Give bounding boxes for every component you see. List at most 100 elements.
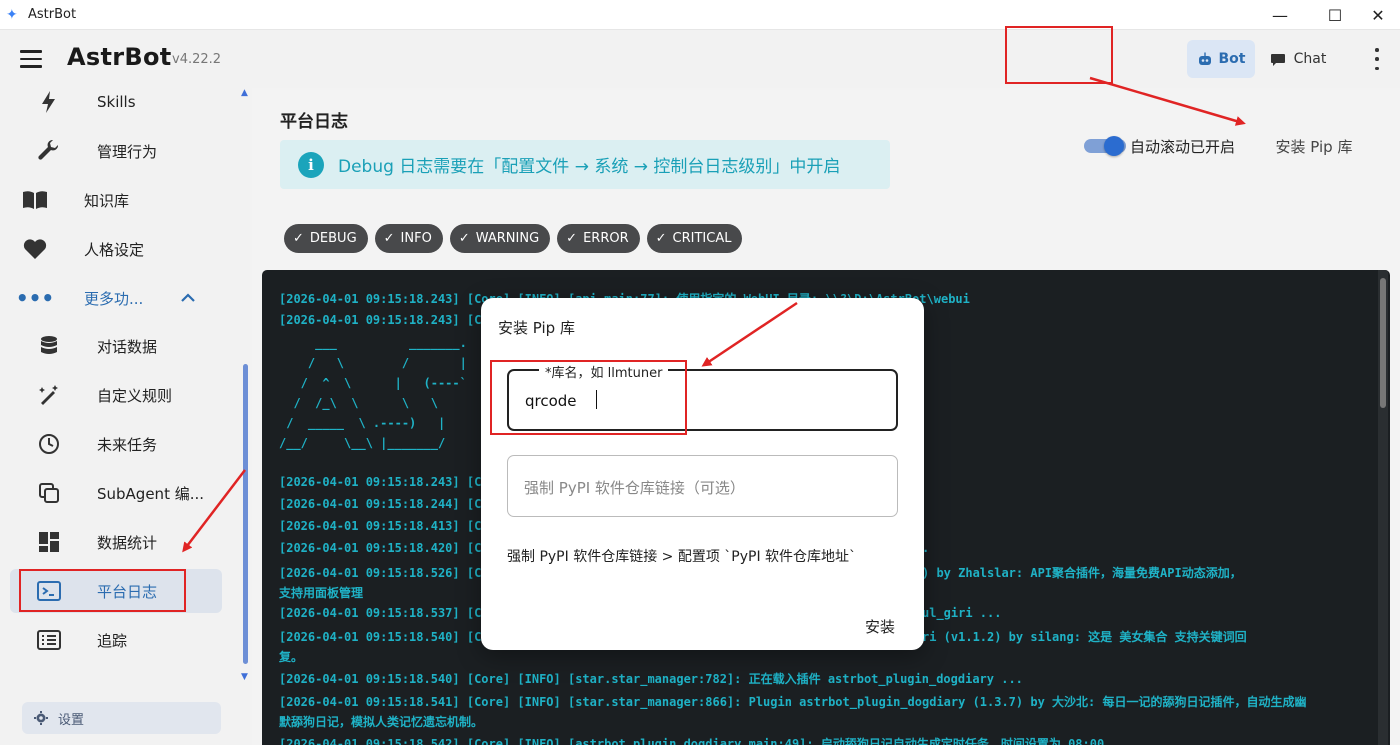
alert-text: Debug 日志需要在「配置文件 → 系统 → 控制台日志级别」中开启 [338,157,841,177]
install-pip-button[interactable]: 安装 Pip 库 [1268,128,1360,164]
sidebar-item-skills[interactable]: Skills [10,80,222,124]
gear-icon [34,711,48,725]
sidebar-item-label: 更多功... [84,289,144,308]
robot-icon [1198,52,1211,65]
log-line: [2026-04-01 09:15:18.541] [Core] [INFO] … [279,695,1307,709]
sidebar-item-label: 自定义规则 [97,386,173,405]
sidebar-item-trace[interactable]: 追踪 [10,618,222,662]
log-line: [2026-04-01 09:15:18.243] [C [279,313,482,327]
close-window-button[interactable]: ✕ [1350,0,1400,30]
filter-chip-critical[interactable]: ✓ CRITICAL [646,224,743,253]
sidebar-item-statistics[interactable]: 数据统计 [10,520,222,564]
check-icon: ✓ [566,231,578,246]
filter-chip-warning[interactable]: ✓ WARNING [449,224,551,253]
log-line: 默舔狗日记，模拟人类记忆遗忘机制。 [279,715,484,729]
annotation-box-package-field [490,360,687,435]
sidebar-item-knowledge-base[interactable]: 知识库 [10,178,222,222]
log-line: / _____ \ .----) | [279,416,446,430]
settings-button[interactable]: 设置 [22,702,221,734]
bot-mode-label: Bot [1218,51,1246,67]
sidebar-item-label: 人格设定 [84,240,145,259]
sidebar-item-conversations[interactable]: 对话数据 [10,324,222,368]
annotation-box-pip-button [1005,26,1113,84]
sidebar-item-manage-behavior[interactable]: 管理行为 [10,129,222,173]
window-title-bar: ✦ AstrBot [0,0,1400,30]
console-scrollbar[interactable] [1378,270,1388,745]
sidebar-item-label: 管理行为 [97,142,158,161]
dialog-title: 安装 Pip 库 [498,319,575,337]
debug-info-alert: i Debug 日志需要在「配置文件 → 系统 → 控制台日志级别」中开启 [280,140,890,189]
log-line: /__/ \__\ |_______/ [279,436,446,450]
settings-label: 设置 [58,712,85,728]
list-icon [36,627,62,653]
sidebar-item-persona[interactable]: 人格设定 [10,227,222,271]
minimize-button[interactable]: — [1252,0,1308,30]
filter-label: DEBUG [309,231,357,246]
page-title: 平台日志 [280,112,348,132]
copy-icon [36,480,62,506]
pypi-index-placeholder: 强制 PyPI 软件仓库链接（可选） [524,479,745,497]
chat-mode-button[interactable]: Chat [1261,40,1335,78]
sidebar-item-label: 追踪 [97,631,128,650]
heart-icon [22,236,48,262]
autoscroll-toggle[interactable] [1084,136,1126,156]
log-line: [2026-04-01 09:15:18.243] [C [279,475,482,489]
chevron-up-icon [180,289,196,307]
check-icon: ✓ [383,231,395,246]
dashboard-icon [36,529,62,555]
log-line: [2026-04-01 09:15:18.244] [C [279,497,482,511]
more-dots-icon: ••• [15,286,55,310]
check-icon: ✓ [293,231,304,246]
menu-icon[interactable] [20,50,42,68]
log-level-filters: ✓ DEBUG ✓ INFO ✓ WARNING ✓ ERROR ✓ CRITICAL [284,224,743,253]
log-line: [2026-04-01 09:15:18.542] [Core] [INFO] … [279,737,1105,745]
brand-name: AstrBot [67,43,172,71]
sidebar-group-more[interactable]: ••• 更多功... [10,276,222,320]
autoscroll-label: 自动滚动已开启 [1130,138,1236,156]
sidebar-item-label: Skills [97,93,136,111]
install-pip-dialog: 安装 Pip 库 *库名，如 llmtuner qrcode 强制 PyPI 软… [481,298,924,650]
sidebar-item-custom-rules[interactable]: 自定义规则 [10,373,222,417]
more-vert-icon[interactable] [1365,48,1389,70]
sidebar-scrollbar-thumb[interactable] [243,364,248,664]
chat-bubble-icon [1270,54,1285,66]
filter-label: ERROR [583,231,629,246]
log-line: / ^ \ | (----` [279,376,467,390]
astrbot-app-icon: ✦ [6,6,18,23]
filter-chip-debug[interactable]: ✓ DEBUG [284,224,368,253]
sidebar-item-label: 未来任务 [97,435,158,454]
log-line: / \ / | [279,356,467,370]
log-line: 支持用面板管理 [279,586,364,600]
magic-wand-icon [36,382,62,408]
book-icon [22,187,48,213]
dialog-hint: 强制 PyPI 软件仓库链接 > 配置项 `PyPI 软件仓库地址` [507,549,857,565]
database-icon [36,333,62,359]
check-icon: ✓ [655,231,667,246]
sidebar-scroll-down-icon[interactable]: ▼ [241,672,248,682]
install-button[interactable]: 安装 [865,616,895,637]
sidebar-item-label: 数据统计 [97,533,158,552]
pypi-index-field[interactable]: 强制 PyPI 软件仓库链接（可选） [507,455,898,517]
info-icon: i [298,151,324,178]
sidebar-scroll-up-icon[interactable]: ▲ [241,88,248,98]
bot-mode-button[interactable]: Bot [1187,40,1255,78]
log-line: [2026-04-01 09:15:18.413] [C [279,519,482,533]
log-line: ___ _______. [279,336,467,350]
bolt-icon [36,89,62,115]
check-icon: ✓ [458,231,470,246]
annotation-box-platform-logs [19,569,186,612]
filter-label: WARNING [475,231,540,246]
log-line: / /_\ \ \ \ [279,396,438,410]
filter-label: CRITICAL [672,231,732,246]
sidebar-item-subagent[interactable]: SubAgent 编... [10,471,222,515]
clock-icon [36,431,62,457]
log-line: 复。 [279,650,304,664]
sidebar-item-future-tasks[interactable]: 未来任务 [10,422,222,466]
chat-mode-label: Chat [1293,51,1327,67]
sidebar-item-label: 知识库 [84,191,130,210]
wrench-icon [36,138,62,164]
window-title: AstrBot [28,7,77,22]
filter-chip-error[interactable]: ✓ ERROR [557,224,640,253]
sidebar-item-label: 对话数据 [97,337,158,356]
filter-chip-info[interactable]: ✓ INFO [374,224,443,253]
